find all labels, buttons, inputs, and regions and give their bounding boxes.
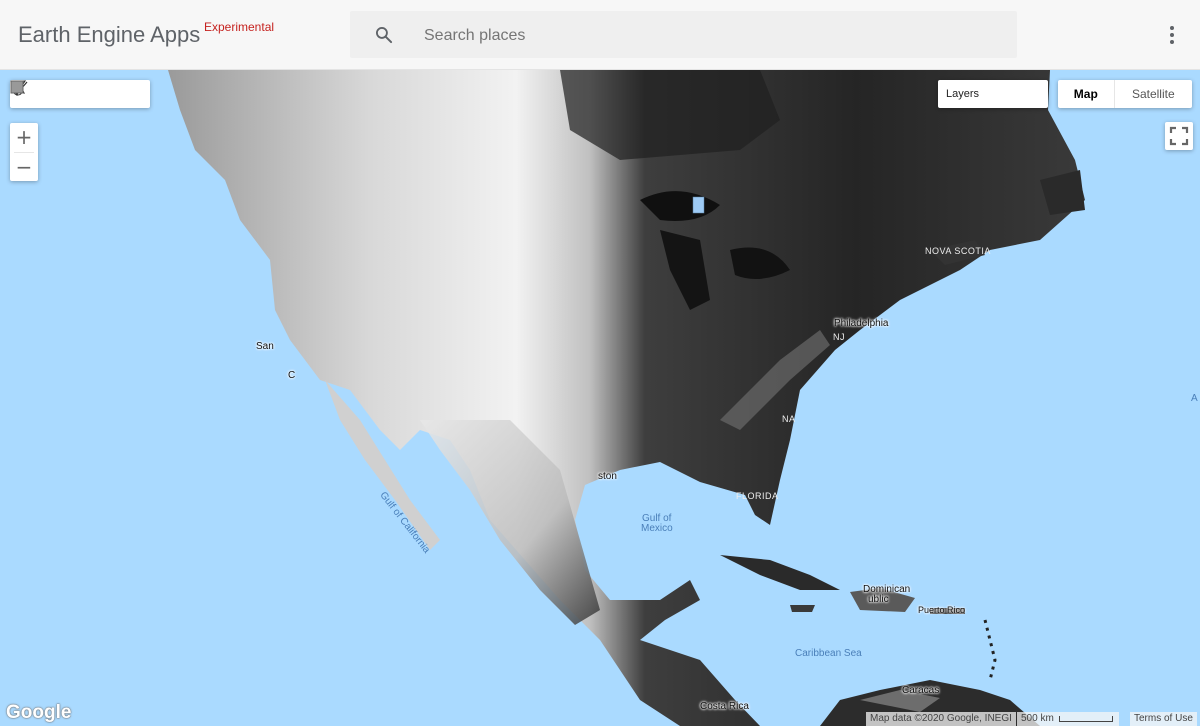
label-puerto-rico: Puerto Rico [918, 605, 966, 615]
label-costa-rica: Costa Rica [700, 701, 749, 712]
label-caribbean-sea: Caribbean Sea [795, 648, 862, 659]
drawing-toolbar [10, 80, 150, 108]
marker-icon[interactable] [12, 80, 66, 108]
search-box[interactable] [350, 11, 1017, 60]
scale-bar[interactable]: 500 km [1017, 712, 1119, 726]
scale-label: 500 km [1021, 713, 1054, 724]
map-canvas[interactable]: San C Philadelphia NJ NOVA SCOTIA NA sto… [0, 70, 1200, 726]
rectangle-icon[interactable] [10, 80, 150, 108]
label-ston: ston [598, 471, 617, 482]
label-c: C [288, 370, 296, 381]
zoom-in-button[interactable]: + [10, 123, 38, 151]
label-a: A [1191, 393, 1198, 404]
zoom-out-button[interactable]: − [10, 153, 38, 181]
app-header: Earth Engine Apps Experimental [0, 0, 1200, 70]
label-san: San [256, 341, 274, 352]
polygon-icon[interactable] [10, 80, 122, 108]
label-florida: FLORIDA [736, 491, 779, 501]
map-type-control: Map Satellite [1058, 80, 1192, 108]
label-gulf-of-mexico-2: Mexico [641, 523, 673, 534]
line-icon[interactable] [10, 80, 94, 108]
map-type-map-button[interactable]: Map [1058, 80, 1114, 108]
more-vert-icon[interactable] [1162, 22, 1182, 48]
experimental-badge: Experimental [204, 20, 275, 34]
label-philadelphia: Philadelphia [834, 318, 889, 329]
search-icon[interactable] [374, 25, 394, 45]
label-blic: ublic [868, 594, 889, 605]
map-type-satellite-button[interactable]: Satellite [1113, 80, 1192, 108]
label-nova-scotia: NOVA SCOTIA [925, 246, 991, 256]
search-input[interactable] [422, 11, 986, 60]
label-caracas: Caracas [902, 685, 940, 696]
layers-button[interactable]: Layers [938, 80, 1048, 108]
scale-bar-line [1059, 716, 1113, 722]
zoom-control: + − [10, 123, 38, 181]
app-title: Earth Engine Apps [18, 22, 201, 47]
map-attribution: Map data ©2020 Google, INEGI [866, 712, 1016, 726]
label-nj: NJ [833, 332, 845, 342]
google-logo: Google [6, 702, 72, 723]
elevation-layer [168, 70, 1085, 726]
terms-link[interactable]: Terms of Use [1130, 712, 1197, 726]
fullscreen-icon[interactable] [1165, 122, 1193, 150]
label-na: NA [782, 414, 796, 424]
